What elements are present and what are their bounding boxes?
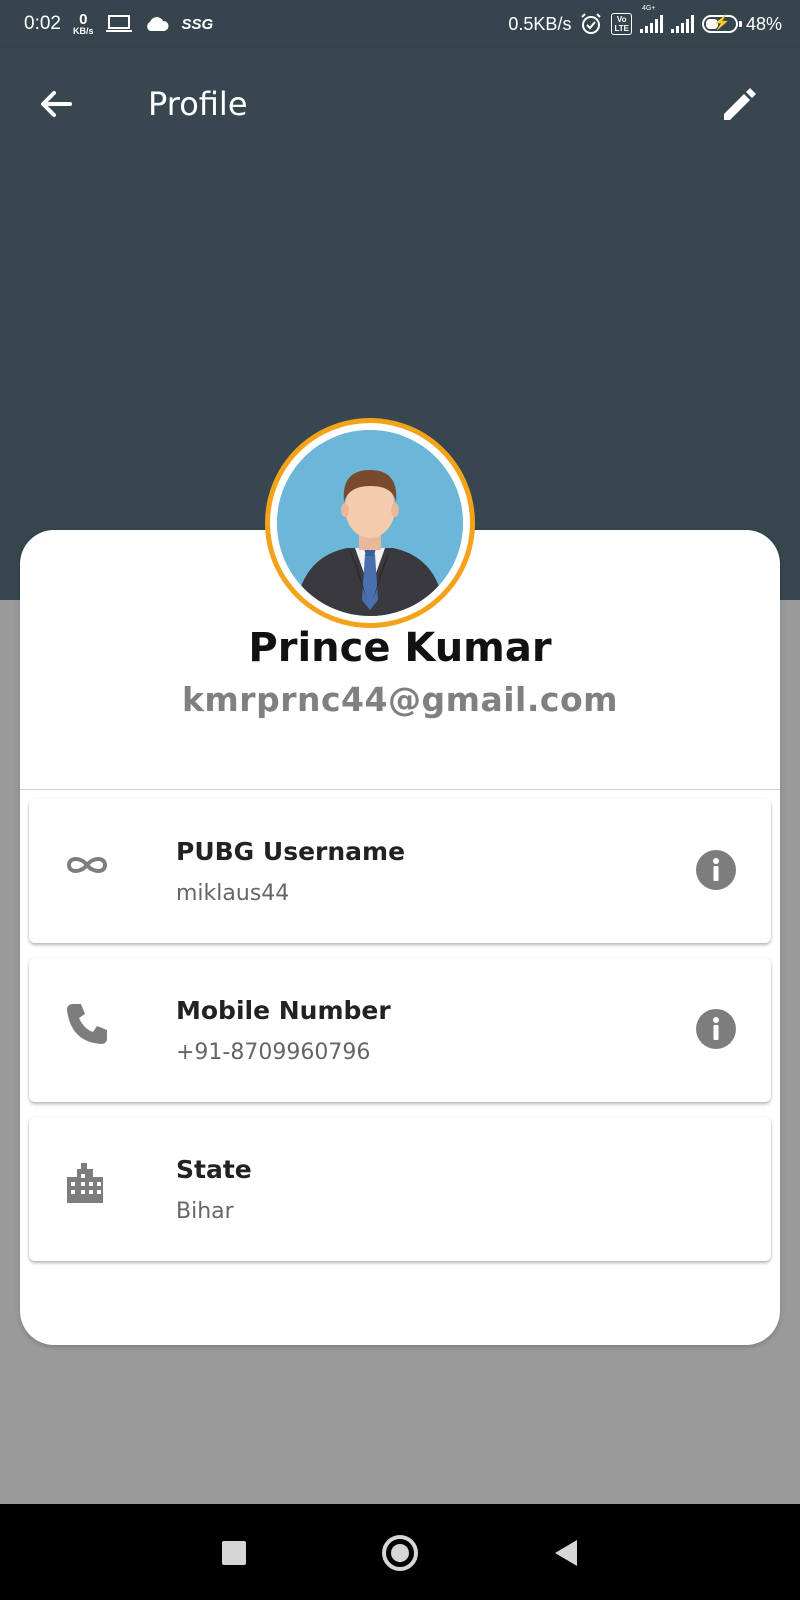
home-circle-icon[interactable] [375, 1528, 425, 1578]
infinity-icon [66, 857, 108, 873]
net-speed-value: 0 [79, 11, 88, 28]
signal-bars-icon [639, 15, 663, 33]
phone-icon [67, 1004, 107, 1044]
info-icon[interactable] [695, 1008, 737, 1050]
battery-level: 48% [745, 13, 782, 34]
detail-card-state[interactable]: State Bihar [29, 1117, 771, 1261]
navigation-bar [0, 1504, 800, 1600]
avatar-image [277, 430, 463, 616]
status-time: 0:02 [24, 13, 61, 34]
net-speed-unit: KB/s [72, 26, 94, 36]
net-rate: 0.5KB/s [508, 13, 572, 34]
profile-name: Prince Kumar [248, 625, 552, 671]
avatar[interactable] [265, 418, 475, 628]
back-arrow-icon[interactable] [34, 82, 78, 126]
detail-card-pubg-username[interactable]: PUBG Username miklaus44 [29, 799, 771, 943]
signal-1: 4G+ [639, 5, 663, 33]
status-right: 0.5KB/s Vo LTE 4G+ ⚡ 48% [508, 0, 782, 48]
profile-email: kmrprnc44@gmail.com [181, 680, 619, 719]
volte-bottom: LTE [614, 24, 629, 33]
detail-title: Mobile Number [176, 996, 391, 1025]
info-icon[interactable] [695, 849, 737, 891]
edit-pencil-icon[interactable] [718, 82, 762, 126]
building-icon [67, 1163, 103, 1203]
volte-top: Vo [616, 15, 627, 24]
detail-value: Bihar [176, 1199, 234, 1224]
laptop-icon [105, 15, 132, 32]
detail-value: miklaus44 [176, 881, 290, 906]
detail-card-mobile-number[interactable]: Mobile Number +91-8709960796 [29, 958, 771, 1102]
net-speed-indicator: 0 KB/s [73, 12, 94, 36]
carrier-tag: SSG [181, 15, 214, 33]
page-title: Profile [148, 85, 248, 123]
detail-title: PUBG Username [176, 837, 406, 866]
person-avatar-icon [277, 430, 463, 616]
network-type: 4G+ [641, 5, 656, 12]
battery-icon: ⚡ [701, 14, 742, 33]
alarm-icon [581, 13, 602, 34]
volte-badge: Vo LTE [611, 13, 632, 35]
cloud-icon [146, 17, 169, 31]
back-triangle-icon[interactable] [541, 1528, 591, 1578]
status-bar: 0:02 0 KB/s SSG 0.5KB/s Vo LTE 4G+ ⚡ 48% [0, 0, 800, 48]
recents-square-icon[interactable] [209, 1528, 259, 1578]
app-bar: Profile [0, 48, 800, 160]
detail-value: +91-8709960796 [176, 1040, 371, 1065]
divider [20, 789, 780, 790]
status-left: 0:02 0 KB/s SSG [24, 0, 213, 48]
signal-bars-2-icon [670, 15, 694, 33]
detail-title: State [176, 1155, 252, 1184]
